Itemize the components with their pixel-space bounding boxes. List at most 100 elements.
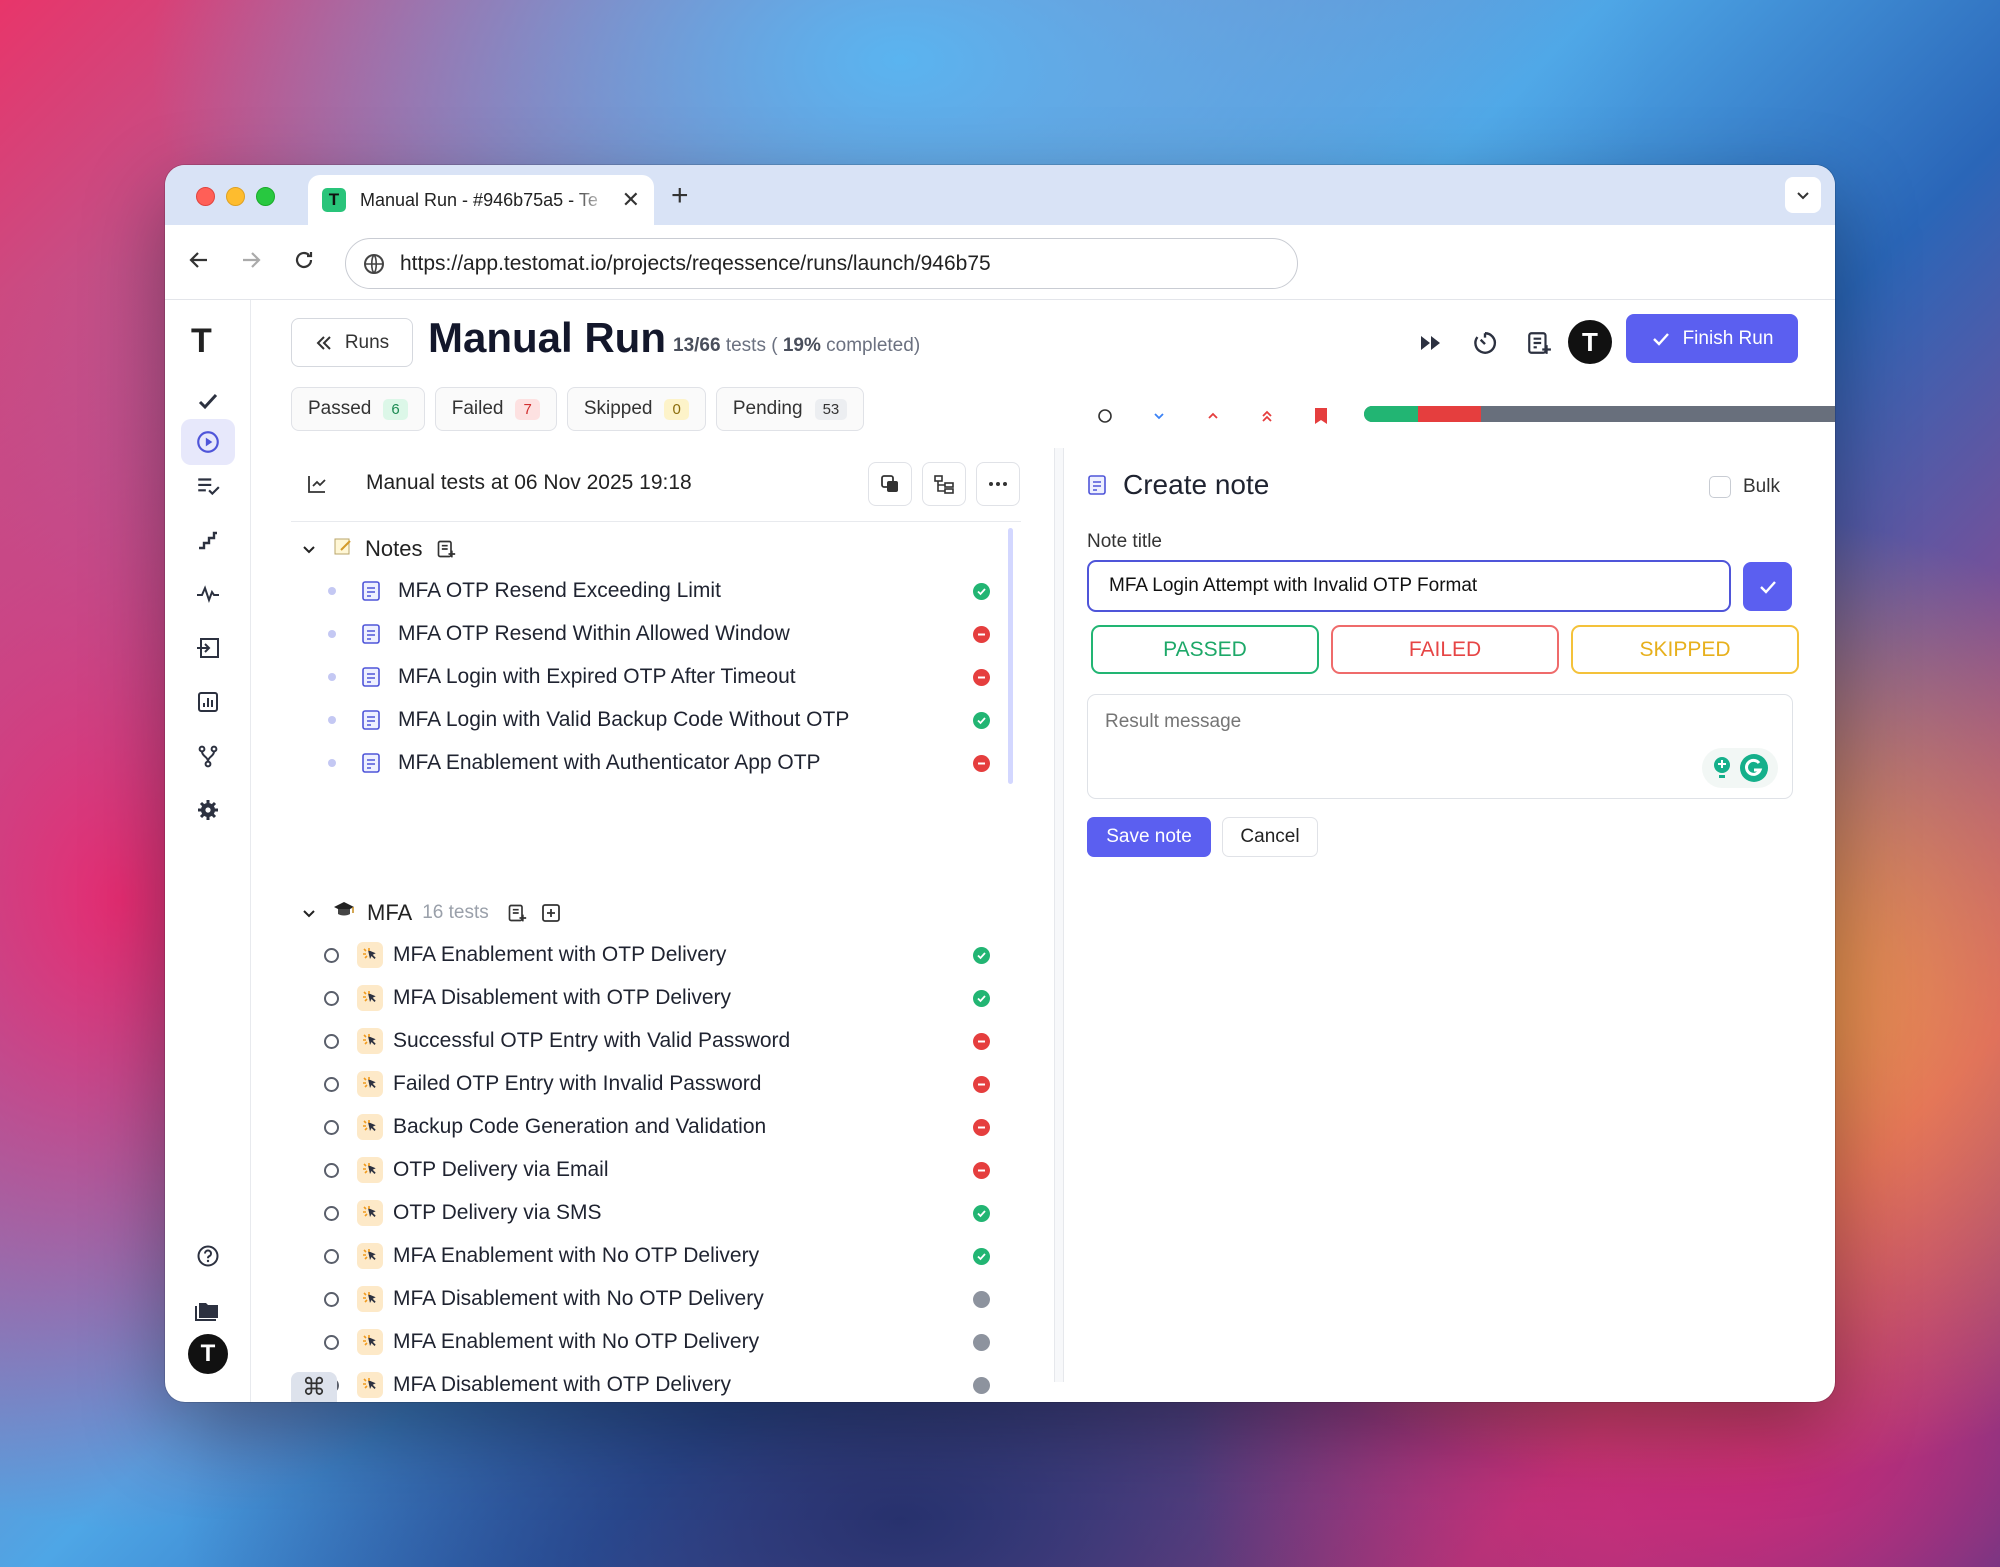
zoom-window-button[interactable]	[256, 187, 275, 206]
manual-test-icon	[357, 985, 383, 1011]
test-select-radio[interactable]	[324, 1248, 339, 1264]
timer-button[interactable]	[1468, 326, 1502, 360]
back-to-runs-button[interactable]: Runs	[291, 318, 413, 367]
bulk-toggle[interactable]: Bulk	[1709, 476, 1780, 498]
copy-button[interactable]	[868, 462, 912, 506]
bulk-checkbox[interactable]	[1709, 476, 1731, 498]
test-label: MFA Enablement with No OTP Delivery	[393, 1330, 760, 1353]
confirm-title-button[interactable]	[1743, 562, 1792, 611]
sidebar-item-settings[interactable]	[181, 787, 235, 833]
cancel-button[interactable]: Cancel	[1222, 817, 1318, 857]
sidebar-item-runs[interactable]	[181, 419, 235, 465]
test-row[interactable]: MFA Enablement with OTP Delivery	[291, 935, 991, 975]
note-row[interactable]: MFA OTP Resend Within Allowed Window	[291, 614, 991, 654]
close-window-button[interactable]	[196, 187, 215, 206]
test-row[interactable]: MFA Enablement with No OTP Delivery	[291, 1322, 991, 1362]
note-title-input[interactable]	[1087, 560, 1731, 612]
note-row[interactable]: MFA OTP Resend Exceeding Limit	[291, 571, 991, 611]
finish-run-button[interactable]: Finish Run	[1626, 314, 1798, 363]
grammarly-widget[interactable]	[1702, 748, 1778, 788]
filter-passed[interactable]: Passed 6	[291, 387, 425, 431]
test-select-radio[interactable]	[324, 1334, 339, 1350]
url-field[interactable]: https://app.testomat.io/projects/reqesse…	[345, 238, 1298, 289]
bookmark-icon[interactable]	[1309, 404, 1333, 428]
site-info-icon[interactable]	[362, 252, 386, 282]
sidebar-item-tests[interactable]	[181, 378, 235, 424]
import-icon	[197, 638, 219, 658]
test-row[interactable]: OTP Delivery via Email	[291, 1150, 991, 1190]
test-label: MFA Disablement with No OTP Delivery	[393, 1287, 764, 1310]
test-select-radio[interactable]	[324, 1119, 339, 1135]
test-select-radio[interactable]	[324, 1162, 339, 1178]
manual-test-icon	[357, 1157, 383, 1183]
sidebar-item-imports[interactable]	[181, 625, 235, 671]
test-row[interactable]: MFA Disablement with No OTP Delivery	[291, 1279, 991, 1319]
test-row[interactable]: OTP Delivery via SMS	[291, 1193, 991, 1233]
test-row[interactable]: Backup Code Generation and Validation	[291, 1107, 991, 1147]
note-row[interactable]: MFA Login with Valid Backup Code Without…	[291, 700, 991, 740]
test-row[interactable]: Successful OTP Entry with Valid Password	[291, 1021, 991, 1061]
command-palette-button[interactable]: ⌘	[291, 1372, 337, 1402]
test-row[interactable]: MFA Enablement with No OTP Delivery	[291, 1236, 991, 1276]
test-row[interactable]: MFA Disablement with OTP Delivery	[291, 1365, 991, 1402]
test-select-radio[interactable]	[324, 1076, 339, 1092]
summary-completed: completed)	[826, 335, 921, 356]
sidebar-item-pulse[interactable]	[181, 571, 235, 617]
notes-group-header[interactable]: Notes	[291, 531, 456, 567]
sidebar: T T	[165, 300, 251, 1402]
filter-unassigned-icon[interactable]	[1093, 404, 1117, 428]
test-select-radio[interactable]	[324, 990, 339, 1006]
status-passed-button[interactable]: PASSED	[1091, 625, 1319, 674]
tab-search-button[interactable]	[1785, 177, 1821, 213]
add-test-icon[interactable]	[541, 903, 561, 923]
folder-icon	[195, 1303, 218, 1321]
steps-icon	[199, 531, 217, 550]
help-icon	[197, 1245, 219, 1267]
sidebar-item-steps[interactable]	[181, 517, 235, 563]
note-row[interactable]: MFA Login with Expired OTP After Timeout	[291, 657, 991, 697]
suite-header-mfa[interactable]: MFA 16 tests	[291, 895, 561, 931]
test-select-radio[interactable]	[324, 1291, 339, 1307]
assignee-avatar[interactable]: T	[1568, 320, 1612, 364]
sidebar-item-branches[interactable]	[181, 733, 235, 779]
test-row[interactable]: MFA Disablement with OTP Delivery	[291, 978, 991, 1018]
test-select-radio[interactable]	[324, 1033, 339, 1049]
forward-arrow-icon[interactable]	[239, 247, 263, 279]
user-avatar[interactable]: T	[188, 1334, 228, 1374]
test-row[interactable]: Failed OTP Entry with Invalid Password	[291, 1064, 991, 1104]
test-select-radio[interactable]	[324, 1205, 339, 1221]
status-passed-icon	[973, 1204, 990, 1222]
add-note-button[interactable]	[1522, 326, 1556, 360]
reload-icon[interactable]	[292, 247, 316, 279]
filter-failed[interactable]: Failed 7	[434, 387, 557, 431]
list-scrollbar[interactable]	[1008, 528, 1013, 784]
sidebar-item-analytics[interactable]	[181, 679, 235, 725]
sidebar-item-projects[interactable]	[181, 1287, 235, 1333]
filter-skipped[interactable]: Skipped 0	[566, 387, 706, 431]
back-arrow-icon[interactable]	[187, 247, 211, 279]
filter-count: 53	[814, 398, 848, 420]
new-tab-icon[interactable]: +	[671, 179, 689, 213]
status-skipped-button[interactable]: SKIPPED	[1571, 625, 1799, 674]
sidebar-item-plans[interactable]	[181, 463, 235, 509]
save-note-button[interactable]: Save note	[1087, 817, 1211, 857]
browser-tab[interactable]: T Manual Run - #946b75a5 - Te ✕	[308, 175, 654, 225]
sidebar-item-help[interactable]	[181, 1233, 235, 1279]
priority-high-icon[interactable]	[1201, 404, 1225, 428]
close-tab-icon[interactable]: ✕	[622, 187, 640, 213]
note-add-icon[interactable]	[436, 539, 456, 559]
result-message-input[interactable]	[1087, 694, 1793, 799]
priority-critical-icon[interactable]	[1255, 404, 1279, 428]
fast-forward-button[interactable]	[1414, 326, 1448, 360]
priority-low-icon[interactable]	[1147, 404, 1171, 428]
status-failed-button[interactable]: FAILED	[1331, 625, 1559, 674]
more-options-button[interactable]	[976, 462, 1020, 506]
tree-view-button[interactable]	[922, 462, 966, 506]
filter-pending[interactable]: Pending 53	[715, 387, 865, 431]
note-row[interactable]: MFA Enablement with Authenticator App OT…	[291, 743, 991, 783]
minimize-window-button[interactable]	[226, 187, 245, 206]
panel-resize-handle[interactable]	[1054, 448, 1064, 1382]
note-add-icon[interactable]	[507, 903, 527, 923]
test-select-radio[interactable]	[324, 947, 339, 963]
testomat-logo[interactable]: T	[191, 322, 212, 361]
